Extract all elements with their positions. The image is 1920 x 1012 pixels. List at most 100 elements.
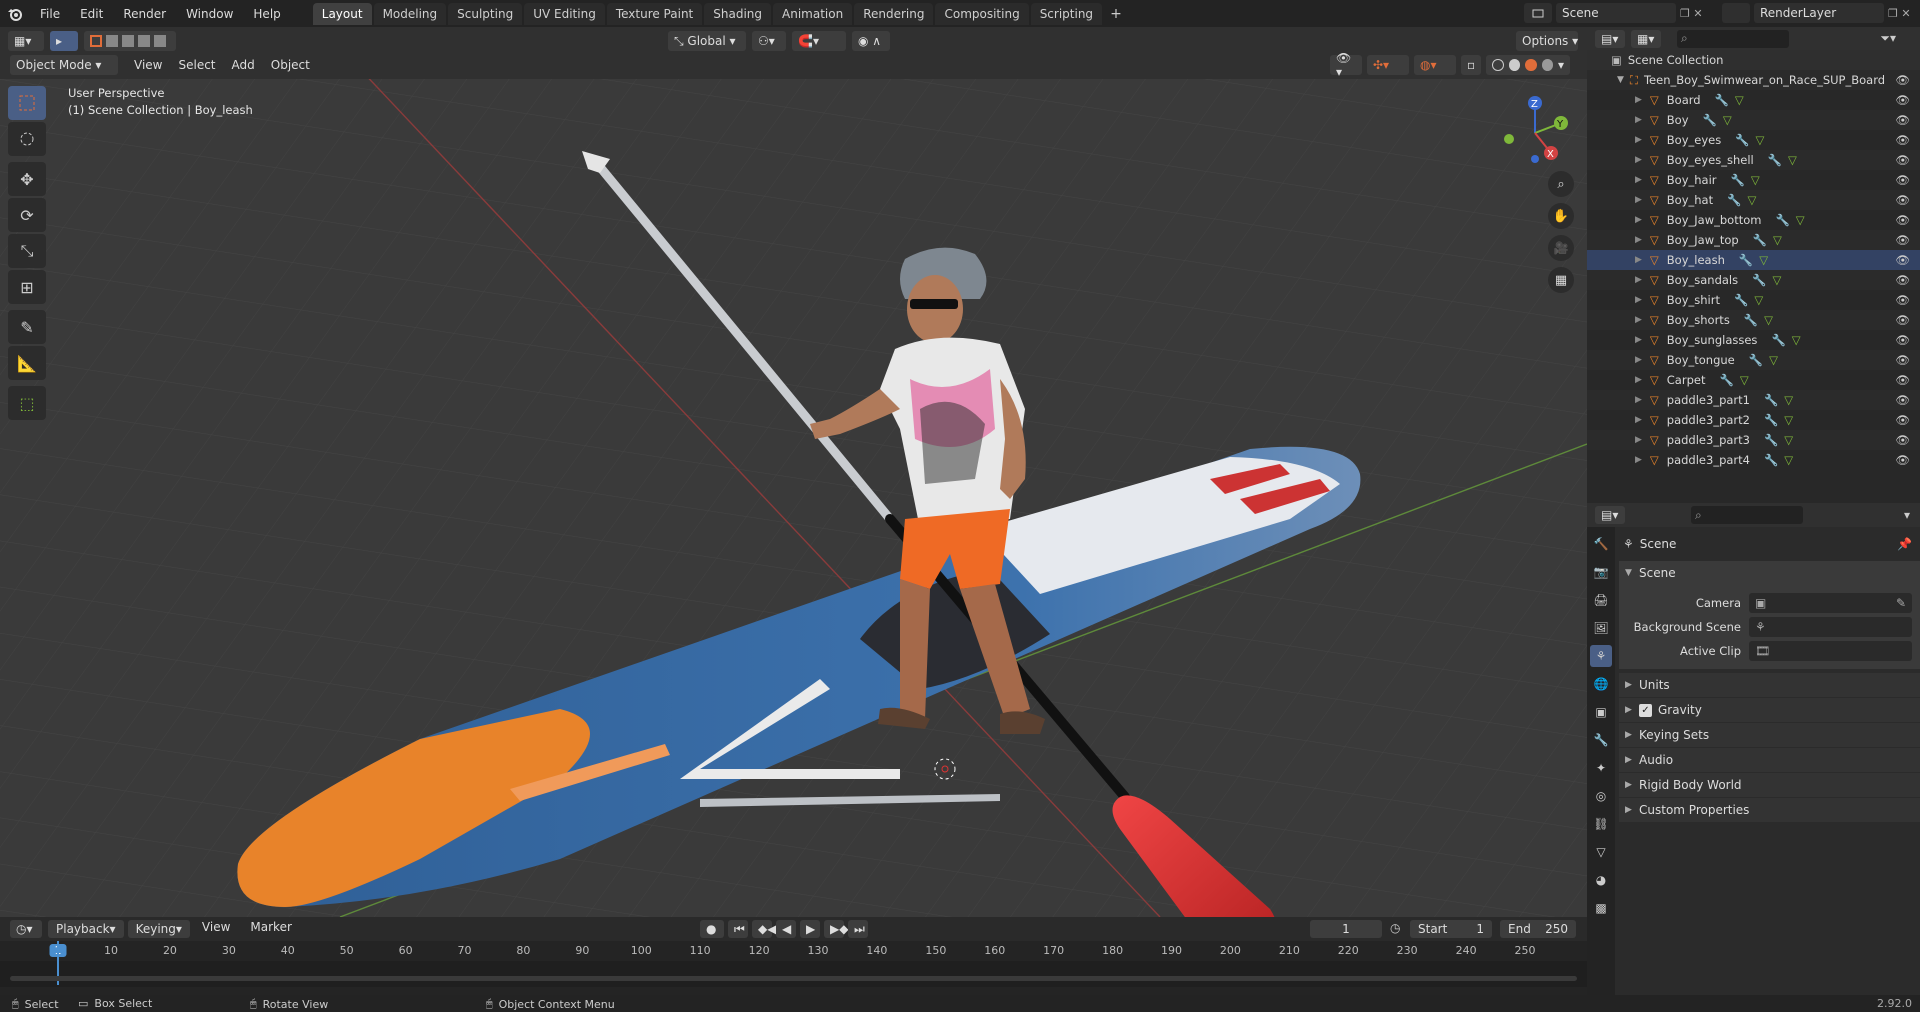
modifier-tab-icon[interactable]: 🔧 <box>1590 729 1612 751</box>
modifier-wrench-icon[interactable]: 🔧 <box>1715 93 1729 107</box>
modifier-wrench-icon[interactable]: 🔧 <box>1764 453 1778 467</box>
snap-toggle[interactable]: 🧲▾ <box>792 31 846 51</box>
menu-edit[interactable]: Edit <box>70 7 113 21</box>
outliner-item[interactable]: ▶ ▽ Boy_sandals 🔧 ▽ 👁 <box>1587 270 1920 290</box>
world-tab-icon[interactable]: 🌐 <box>1590 673 1612 695</box>
tool-tab-icon[interactable]: 🔨 <box>1590 533 1612 555</box>
outliner-item[interactable]: ▶ ▽ Boy_leash 🔧 ▽ 👁 <box>1587 250 1920 270</box>
mesh-data-icon[interactable]: ▽ <box>1747 193 1756 207</box>
modifier-wrench-icon[interactable]: 🔧 <box>1753 233 1767 247</box>
modifier-wrench-icon[interactable]: 🔧 <box>1752 273 1766 287</box>
tab-uv-editing[interactable]: UV Editing <box>524 2 605 25</box>
outliner-item[interactable]: ▶ ▽ Boy_hair 🔧 ▽ 👁 <box>1587 170 1920 190</box>
render-tab-icon[interactable]: 📷 <box>1590 561 1612 583</box>
visibility-eye-icon[interactable]: 👁 <box>1895 393 1910 407</box>
modifier-wrench-icon[interactable]: 🔧 <box>1764 413 1778 427</box>
menu-window[interactable]: Window <box>176 7 243 21</box>
rotate-tool-icon[interactable]: ⟳ <box>8 198 46 232</box>
add-cube-tool-icon[interactable]: ⬚ <box>8 386 46 420</box>
visibility-eye-icon[interactable]: 👁 <box>1895 273 1910 287</box>
scene-icon[interactable] <box>1524 3 1552 23</box>
modifier-wrench-icon[interactable]: 🔧 <box>1771 333 1785 347</box>
viewport-menu-add[interactable]: Add <box>224 58 263 72</box>
pan-hand-icon[interactable]: ✋ <box>1548 203 1574 229</box>
modifier-wrench-icon[interactable]: 🔧 <box>1775 213 1789 227</box>
expand-arrow-icon[interactable]: ▶ <box>1635 415 1642 425</box>
outliner-item[interactable]: ▶ ▽ Boy_sunglasses 🔧 ▽ 👁 <box>1587 330 1920 350</box>
ortho-grid-icon[interactable]: ▦ <box>1548 267 1574 293</box>
mesh-data-icon[interactable]: ▽ <box>1723 113 1732 127</box>
expand-arrow-icon[interactable]: ▶ <box>1635 195 1642 205</box>
outliner-item[interactable]: ▶ ▽ Boy_Jaw_bottom 🔧 ▽ 👁 <box>1587 210 1920 230</box>
timeline-menu-keying[interactable]: Keying ▾ <box>127 920 190 938</box>
jump-start-button[interactable]: ⏮ <box>728 920 748 938</box>
editor-type-button[interactable]: ▦▾ <box>8 31 44 51</box>
navigation-gizmo[interactable]: Z Y X <box>1495 93 1575 173</box>
modifier-wrench-icon[interactable]: 🔧 <box>1768 153 1782 167</box>
display-mode-selector[interactable]: ▦▾ <box>1631 29 1661 48</box>
timeline-scrollbar[interactable] <box>10 976 1577 981</box>
expand-arrow-icon[interactable]: ▶ <box>1635 235 1642 245</box>
active-clip-field[interactable]: 🎞 <box>1749 641 1912 661</box>
cursor-tool-icon[interactable] <box>8 122 46 156</box>
modifier-wrench-icon[interactable]: 🔧 <box>1764 433 1778 447</box>
outliner-item[interactable]: ▶ ▽ Boy_tongue 🔧 ▽ 👁 <box>1587 350 1920 370</box>
scene-collection-row[interactable]: ▣ Scene Collection <box>1587 50 1920 70</box>
jump-end-button[interactable]: ⏭ <box>848 920 868 938</box>
tab-compositing[interactable]: Compositing <box>935 2 1029 25</box>
visibility-eye-icon[interactable]: 👁 <box>1895 173 1910 187</box>
modifier-wrench-icon[interactable]: 🔧 <box>1734 293 1748 307</box>
preview-range-icon[interactable]: ◷ <box>1390 921 1400 935</box>
modifier-wrench-icon[interactable]: 🔧 <box>1719 373 1733 387</box>
outliner-item[interactable]: ▶ ▽ paddle3_part3 🔧 ▽ 👁 <box>1587 430 1920 450</box>
timeline-menu-view[interactable]: View <box>194 920 238 938</box>
visibility-eye-icon[interactable]: 👁 <box>1895 353 1910 367</box>
viewport-menu-object[interactable]: Object <box>263 58 318 72</box>
scale-tool-icon[interactable]: ⤡ <box>8 234 46 268</box>
tab-layout[interactable]: Layout <box>312 2 372 25</box>
gizmo-toggle[interactable]: ✣▾ <box>1367 55 1409 75</box>
outliner-search[interactable]: ⌕ <box>1677 29 1789 48</box>
mesh-data-icon[interactable]: ▽ <box>1792 333 1801 347</box>
outliner-item[interactable]: ▶ ▽ paddle3_part2 🔧 ▽ 👁 <box>1587 410 1920 430</box>
mesh-data-icon[interactable]: ▽ <box>1772 273 1781 287</box>
modifier-wrench-icon[interactable]: 🔧 <box>1739 253 1753 267</box>
mesh-data-icon[interactable]: ▽ <box>1769 353 1778 367</box>
viewport-menu-view[interactable]: View <box>126 58 170 72</box>
tab-modeling[interactable]: Modeling <box>373 2 447 25</box>
constraints-tab-icon[interactable]: ⛓ <box>1590 813 1612 835</box>
shading-modes[interactable]: ▾ <box>1486 55 1570 75</box>
mesh-data-icon[interactable]: ▽ <box>1759 253 1768 267</box>
outliner-editor-type[interactable]: ▤▾ <box>1595 29 1625 48</box>
timeline-menu-marker[interactable]: Marker <box>242 920 299 938</box>
expand-arrow-icon[interactable]: ▶ <box>1635 155 1642 165</box>
expand-arrow-icon[interactable]: ▶ <box>1635 275 1642 285</box>
panel-audio[interactable]: ▶ Audio <box>1619 748 1920 772</box>
outliner-item[interactable]: ▶ ▽ Boy 🔧 ▽ 👁 <box>1587 110 1920 130</box>
start-frame-field[interactable]: Start 1 <box>1410 920 1492 938</box>
material-tab-icon[interactable]: ◕ <box>1590 869 1612 891</box>
outliner-item[interactable]: ▶ ▽ Boy_eyes_shell 🔧 ▽ 👁 <box>1587 150 1920 170</box>
filter-icon[interactable]: ⏷▾ <box>1880 31 1896 46</box>
play-reverse-button[interactable]: ◀ <box>776 920 796 938</box>
visibility-eye-icon[interactable]: 👁 <box>1895 453 1910 467</box>
scene-panel-header[interactable]: ▼ Scene <box>1619 561 1920 585</box>
outliner-item[interactable]: ▶ ▽ paddle3_part1 🔧 ▽ 👁 <box>1587 390 1920 410</box>
camera-field[interactable]: ▣ ✎ <box>1749 593 1912 613</box>
next-keyframe-button[interactable]: ▶◆ <box>824 920 848 938</box>
mesh-data-icon[interactable]: ▽ <box>1764 313 1773 327</box>
annotate-tool-icon[interactable]: ✎ <box>8 310 46 344</box>
scene-copy-icon[interactable]: ❐ ✕ <box>1680 7 1703 20</box>
modifier-wrench-icon[interactable]: 🔧 <box>1744 313 1758 327</box>
modifier-wrench-icon[interactable]: 🔧 <box>1735 133 1749 147</box>
outliner-item[interactable]: ▶ ▽ Carpet 🔧 ▽ 👁 <box>1587 370 1920 390</box>
pin-icon[interactable]: 📌 <box>1897 537 1912 551</box>
visibility-eye-icon[interactable]: 👁 <box>1895 213 1910 227</box>
physics-tab-icon[interactable]: ◎ <box>1590 785 1612 807</box>
add-workspace-button[interactable]: + <box>1104 6 1128 22</box>
visibility-eye-icon[interactable]: 👁 <box>1895 93 1910 107</box>
particles-tab-icon[interactable]: ✦ <box>1590 757 1612 779</box>
tab-shading[interactable]: Shading <box>704 2 771 25</box>
visibility-eye-icon[interactable]: 👁 <box>1895 233 1910 247</box>
collection-row[interactable]: ▼ ⛶ Teen_Boy_Swimwear_on_Race_SUP_Board … <box>1587 70 1920 90</box>
